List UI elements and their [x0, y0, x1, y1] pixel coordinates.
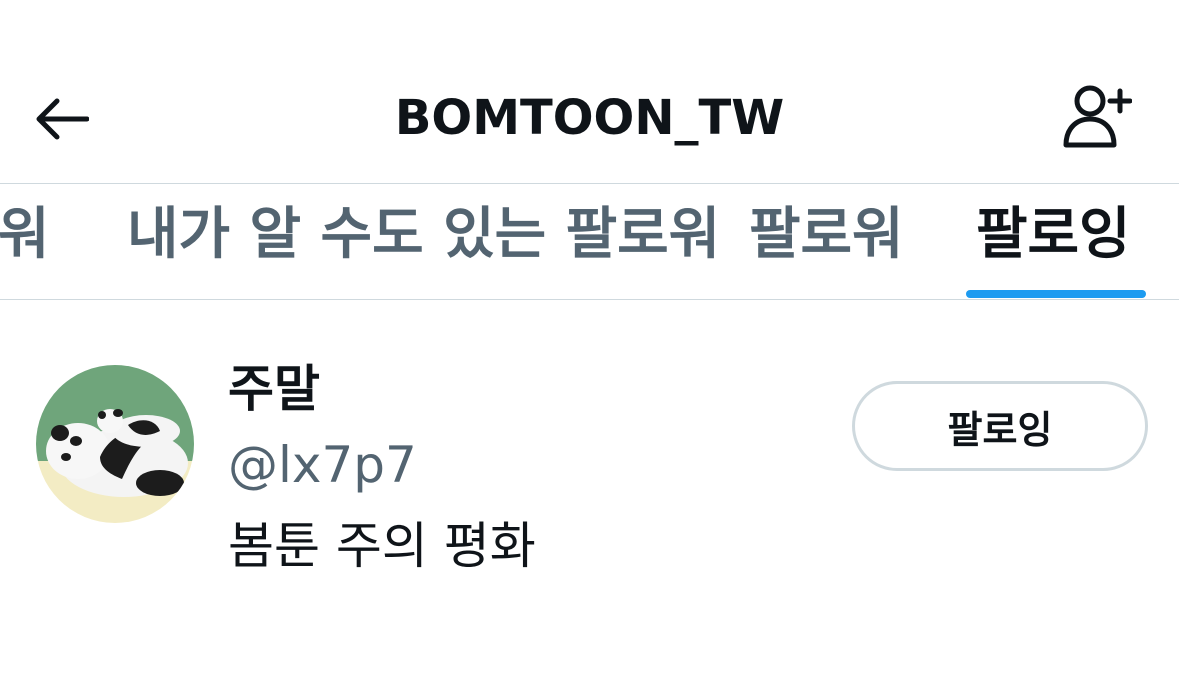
active-tab-indicator [966, 290, 1146, 298]
add-user-button[interactable] [1056, 82, 1136, 152]
add-user-icon [1063, 85, 1132, 148]
tab-followers-you-know[interactable]: 내가 알 수도 있는 팔로워 [127, 202, 720, 268]
tab-bar: 워 내가 알 수도 있는 팔로워 팔로워 팔로잉 [0, 184, 1179, 300]
user-bio: 봄툰 주의 평화 [228, 517, 536, 575]
tab-following[interactable]: 팔로잉 [976, 202, 1131, 268]
user-handle: @lx7p7 [228, 436, 417, 494]
page-title: BOMTOON_TW [394, 90, 785, 146]
tab-followers-partial[interactable]: 워 [0, 202, 50, 268]
following-button[interactable]: 팔로잉 [852, 381, 1148, 471]
avatar[interactable] [36, 365, 194, 523]
panda-avatar-image [36, 365, 194, 523]
user-list-item[interactable]: 주말 @lx7p7 봄툰 주의 평화 팔로잉 [0, 300, 1179, 600]
user-display-name: 주말 [228, 360, 320, 418]
tab-followers[interactable]: 팔로워 [749, 202, 904, 268]
top-app-bar: BOMTOON_TW [0, 0, 1179, 184]
